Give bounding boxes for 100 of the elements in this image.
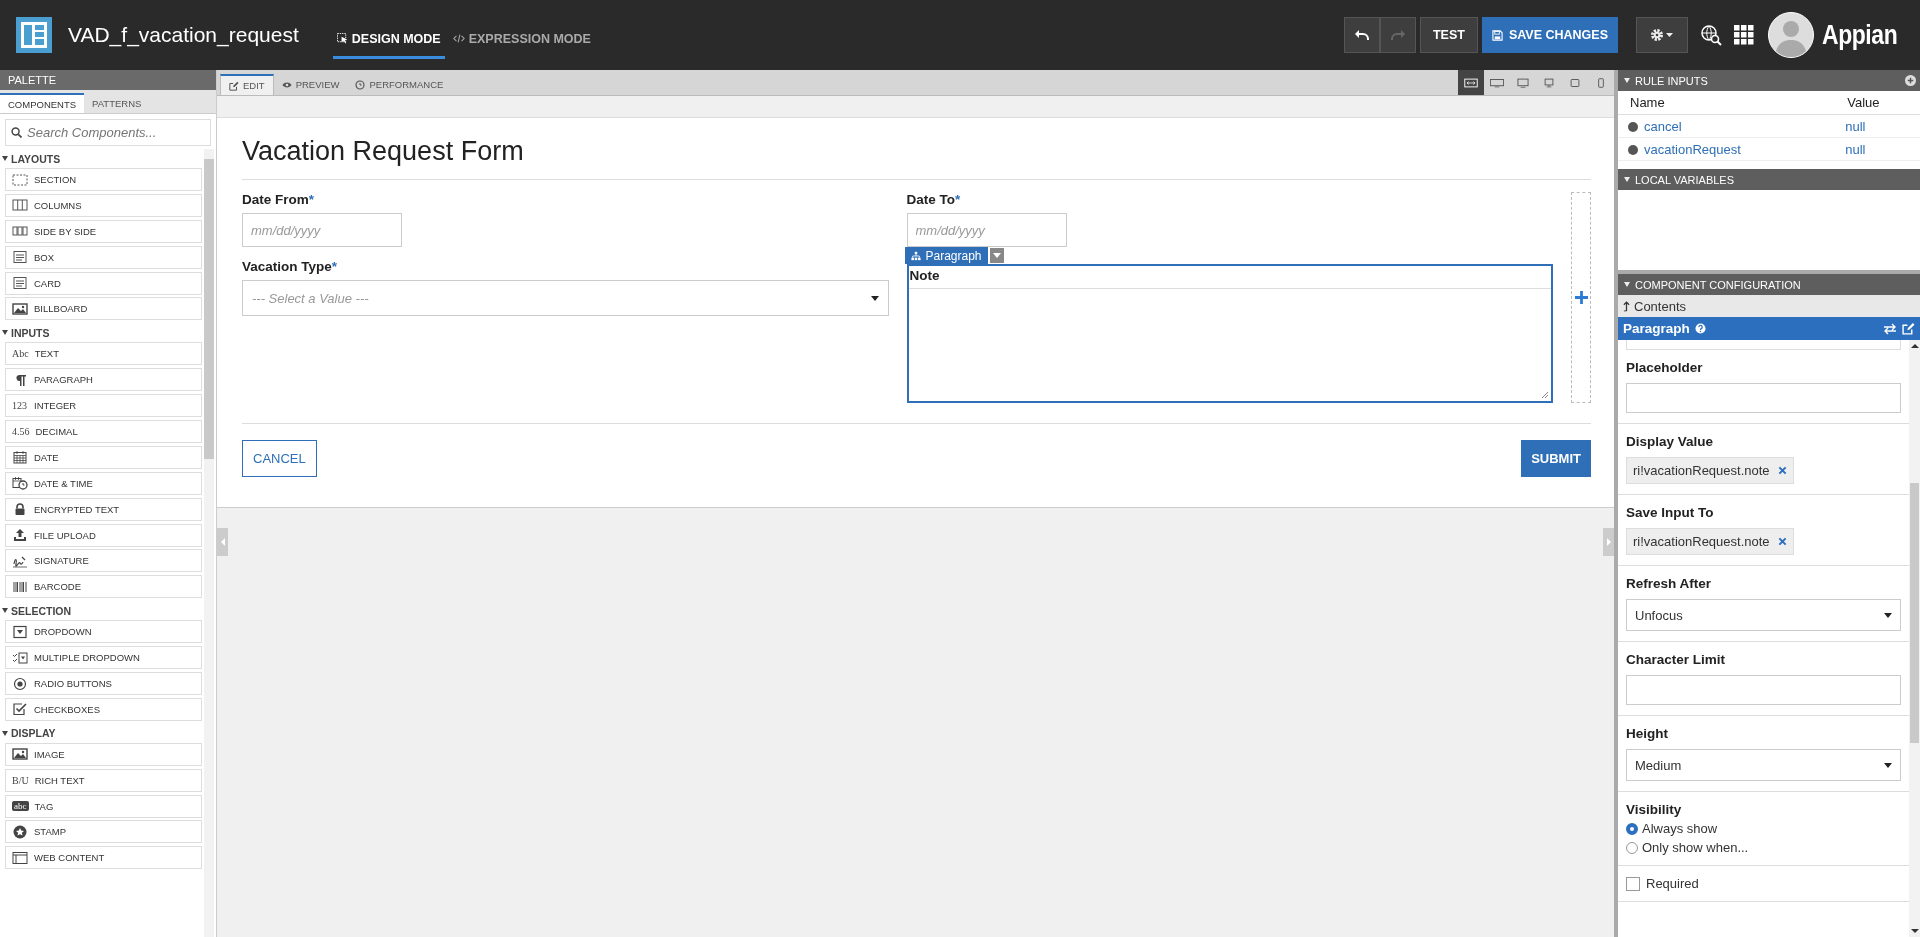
text-field[interactable] [1626, 340, 1901, 350]
user-avatar[interactable] [1768, 12, 1814, 58]
contents-link[interactable]: Contents [1618, 295, 1920, 317]
search-field[interactable]: Search Components... [5, 119, 211, 146]
globe-search-icon[interactable] [1700, 24, 1722, 46]
palette-item[interactable]: WEB CONTENT [5, 846, 202, 870]
date-field[interactable]: mm/dd/yyyy [242, 213, 402, 247]
edit-icon[interactable] [1902, 322, 1915, 335]
checkbox[interactable] [1626, 876, 1640, 891]
item-label: ENCRYPTED TEXT [34, 503, 120, 515]
palette-item[interactable]: DATE & TIME [5, 471, 202, 495]
palette-header: PALETTE [0, 70, 216, 90]
palette-item[interactable]: MULTIPLE DROPDOWN [5, 646, 202, 670]
palette-item[interactable]: SECTION [5, 168, 202, 191]
monitor-icon [1542, 76, 1556, 89]
test-button[interactable]: TEST [1419, 17, 1478, 53]
box-icon [12, 250, 28, 265]
item-label: BARCODE [34, 581, 81, 593]
field-label: Visibility [1626, 802, 1683, 817]
palette-item[interactable]: COLUMNS [5, 193, 202, 217]
palette-item[interactable]: DROPDOWN [5, 620, 202, 644]
image-icon [12, 747, 28, 762]
submit-button[interactable]: SUBMIT [1521, 440, 1591, 477]
palette-item[interactable]: DATE [5, 445, 202, 469]
palette-item[interactable]: SIGNATURE [5, 549, 202, 573]
item-label: CHECKBOXES [34, 703, 100, 715]
save-changes-button[interactable]: SAVE CHANGES [1481, 17, 1618, 53]
apps-grid-icon[interactable] [1734, 25, 1754, 45]
up-arrow-icon [1623, 300, 1630, 312]
palette-item[interactable]: FILE UPLOAD [5, 523, 202, 547]
editor-tab[interactable]: EDIT [220, 74, 274, 95]
column-header: Value [1835, 91, 1920, 115]
palette-item[interactable]: SIDE BY SIDE [5, 219, 202, 243]
scrollbar[interactable] [204, 149, 214, 937]
expression-chip[interactable]: ri!vacationRequest.note [1626, 528, 1794, 555]
palette-item[interactable]: CARD [5, 271, 202, 295]
section-header[interactable]: RULE INPUTS [1618, 70, 1920, 91]
palette-item[interactable]: BILLBOARD [5, 297, 202, 321]
category-header[interactable]: INPUTS [2, 323, 204, 343]
section-header[interactable]: COMPONENT CONFIGURATION [1618, 274, 1920, 295]
remove-icon[interactable] [1777, 537, 1787, 546]
editor-tab[interactable]: PERFORMANCE [347, 74, 452, 95]
date-field[interactable]: mm/dd/yyyy [906, 213, 1067, 247]
palette-item[interactable]: STAMP [5, 820, 202, 844]
text-field[interactable] [1626, 675, 1901, 705]
item-label: SECTION [34, 174, 77, 185]
tag-menu-button[interactable] [989, 248, 1004, 263]
add-icon[interactable] [1905, 75, 1916, 86]
palette-item[interactable]: RADIO BUTTONS [5, 672, 202, 696]
palette-item[interactable]: CHECKBOXES [5, 697, 202, 721]
palette-item[interactable]: BARCODE [5, 575, 202, 599]
scrollbar[interactable] [1909, 340, 1920, 937]
cancel-button[interactable]: CANCEL [242, 440, 317, 477]
paragraph-field[interactable]: Note [906, 264, 1553, 403]
palette-item[interactable]: 123 INTEGER [5, 394, 202, 418]
device-button[interactable] [1458, 70, 1484, 95]
rule-input-link[interactable]: cancel [1644, 118, 1682, 134]
rule-input-link[interactable]: vacationRequest [1644, 141, 1741, 157]
dropdown-field[interactable]: Medium [1626, 749, 1901, 781]
palette-item[interactable]: abc TAG [5, 794, 202, 818]
glyph-icon: 4.56 [12, 426, 30, 437]
widescreen-icon [1490, 76, 1504, 89]
mode-tab[interactable]: EXPRESSION MODE [448, 17, 595, 59]
settings-button[interactable] [1636, 17, 1688, 53]
mode-tab[interactable]: DESIGN MODE [332, 17, 445, 59]
category-header[interactable]: DISPLAY [2, 723, 204, 743]
component-tag[interactable]: Paragraph [904, 247, 988, 264]
field-label: Height [1626, 726, 1669, 741]
section-header[interactable]: LOCAL VARIABLES [1618, 169, 1920, 190]
palette-item[interactable]: IMAGE [5, 742, 202, 766]
value-link[interactable]: null [1845, 141, 1866, 157]
item-label: CARD [34, 277, 61, 289]
radio-button[interactable] [1626, 822, 1638, 835]
palette-item[interactable]: Abc TEXT [5, 342, 202, 366]
value-link[interactable]: null [1845, 118, 1866, 134]
category-header[interactable]: LAYOUTS [2, 149, 204, 168]
box-icon [12, 276, 28, 291]
collapse-handle[interactable] [217, 528, 228, 556]
help-icon[interactable] [1694, 323, 1706, 334]
field-label: Display Value [1626, 434, 1715, 449]
palette-tab[interactable]: COMPONENTS [0, 93, 85, 113]
plus-icon [1574, 291, 1588, 304]
cursor-icon [336, 33, 348, 44]
category-header[interactable]: SELECTION [2, 601, 204, 621]
palette-item[interactable]: ENCRYPTED TEXT [5, 497, 202, 521]
text-field[interactable] [1626, 383, 1901, 413]
add-column-dropzone[interactable] [1571, 192, 1591, 403]
undo-button[interactable] [1343, 17, 1380, 53]
collapse-handle[interactable] [1603, 528, 1614, 556]
radio-label: Only show when... [1642, 840, 1749, 855]
editor-tab[interactable]: PREVIEW [273, 74, 348, 95]
remove-icon[interactable] [1777, 466, 1787, 475]
expression-chip[interactable]: ri!vacationRequest.note [1626, 457, 1794, 484]
desktop-icon [1516, 76, 1530, 89]
palette-item[interactable]: BOX [5, 245, 202, 269]
dropdown-field[interactable]: Unfocus [1626, 599, 1901, 631]
palette-item[interactable]: B/U RICH TEXT [5, 768, 202, 792]
swap-icon[interactable] [1883, 322, 1897, 335]
palette-item[interactable]: PARAGRAPH [5, 368, 202, 392]
palette-item[interactable]: 4.56 DECIMAL [5, 420, 202, 443]
